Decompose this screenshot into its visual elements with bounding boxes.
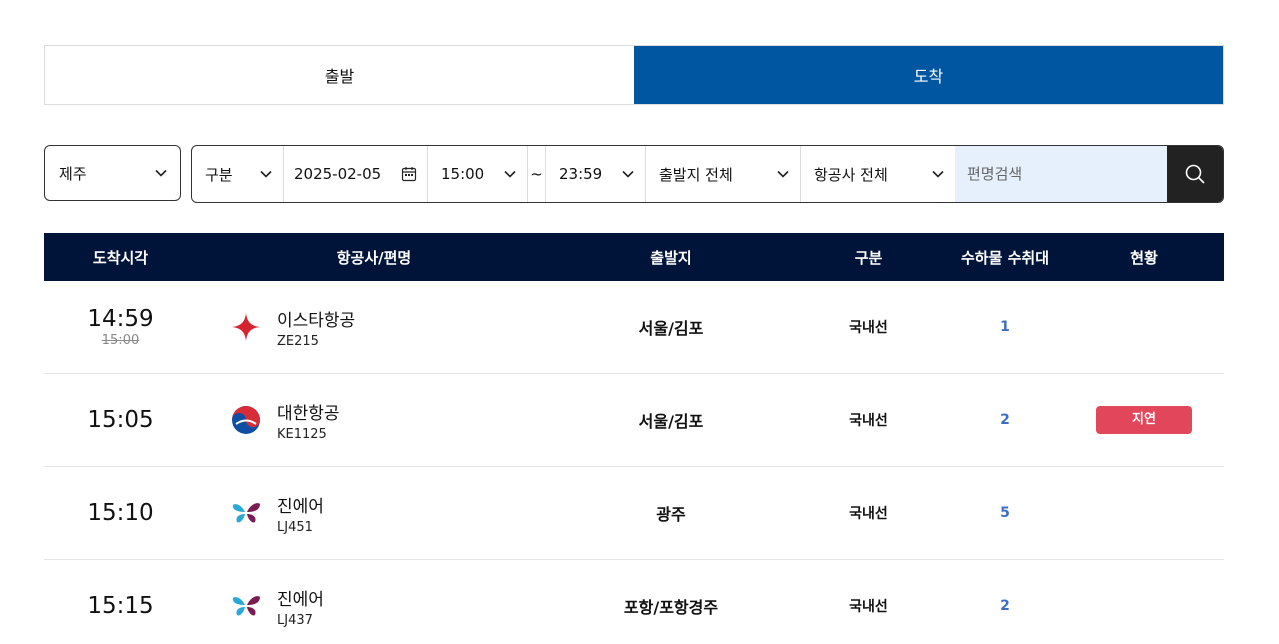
origin-cell: 광주 [656, 505, 686, 524]
time-from-value: 15:00 [441, 165, 485, 183]
baggage-belt-cell: 5 [1000, 505, 1010, 521]
header-airline-flight: 항공사/편명 [336, 248, 412, 267]
type-cell: 국내선 [849, 413, 888, 429]
arrival-time-cell: 15:05 [44, 407, 197, 433]
date-picker[interactable]: 2025-02-05 [284, 146, 428, 202]
airline-cell: 이스타항공 ZE215 [197, 306, 551, 349]
arrival-time: 15:15 [87, 593, 154, 619]
type-cell: 국내선 [849, 599, 888, 615]
flight-number: LJ437 [277, 612, 313, 628]
airport-select-value: 제주 [59, 164, 87, 183]
eastar-star-icon [231, 312, 261, 342]
table-header: 도착시각 항공사/편명 출발지 구분 수하물 수취대 현황 [44, 233, 1224, 281]
arrival-time: 15:10 [87, 500, 154, 526]
filter-bar: 구분 2025-02-05 15:00 ~ 23:59 출발지 전체 항공사 전… [191, 145, 1224, 203]
chevron-down-icon [777, 170, 789, 178]
origin-cell: 포항/포항경주 [623, 598, 719, 617]
jinair-butterfly-icon [231, 498, 261, 528]
table-row: 15:05 대한항공 KE1125 서울/김포 국내선 2 지연 [44, 374, 1224, 467]
header-origin: 출발지 [650, 248, 692, 267]
arrival-time-cell: 15:10 [44, 500, 197, 526]
time-range-separator: ~ [528, 146, 546, 202]
jinair-butterfly-icon [231, 591, 261, 621]
airline-name: 진에어 [277, 589, 324, 610]
time-to-select[interactable]: 23:59 [546, 146, 646, 202]
tab-arrival[interactable]: 도착 [634, 46, 1223, 104]
header-arrival-time: 도착시각 [92, 248, 149, 267]
chevron-down-icon [155, 169, 167, 177]
direction-tabs: 출발 도착 [44, 45, 1224, 105]
baggage-belt-cell: 2 [1000, 598, 1010, 614]
origin-cell: 서울/김포 [638, 412, 704, 431]
flight-number: ZE215 [277, 333, 319, 349]
airport-select[interactable]: 제주 [44, 145, 181, 201]
airline-cell: 진에어 LJ451 [197, 492, 551, 535]
type-select[interactable]: 구분 [192, 146, 284, 202]
search-button[interactable] [1167, 146, 1223, 202]
arrival-time-cell: 15:15 [44, 593, 197, 619]
airline-name: 진에어 [277, 496, 324, 517]
korean-air-taegeuk-icon [231, 405, 261, 435]
header-type: 구분 [854, 248, 883, 267]
type-cell: 국내선 [849, 506, 888, 522]
scheduled-time: 15:00 [101, 333, 140, 348]
search-icon [1185, 164, 1205, 184]
chevron-down-icon [622, 170, 634, 178]
status-badge: 지연 [1096, 406, 1192, 434]
chevron-down-icon [260, 170, 272, 178]
table-row: 15:10 진에어 LJ451 광주 국내선 5 [44, 467, 1224, 560]
calendar-icon [401, 167, 417, 182]
arrivals-table: 도착시각 항공사/편명 출발지 구분 수하물 수취대 현황 14:59 15:0… [44, 233, 1224, 644]
arrival-time: 14:59 [87, 306, 154, 332]
time-to-value: 23:59 [559, 165, 603, 183]
airline-select[interactable]: 항공사 전체 [801, 146, 955, 202]
chevron-down-icon [504, 170, 516, 178]
date-value: 2025-02-05 [294, 165, 382, 183]
baggage-belt-cell: 1 [1000, 319, 1010, 335]
flight-number: KE1125 [277, 426, 327, 442]
baggage-belt-cell: 2 [1000, 412, 1010, 428]
airline-name: 대한항공 [277, 403, 340, 424]
airline-name: 이스타항공 [277, 310, 356, 331]
origin-select-value: 출발지 전체 [659, 165, 733, 184]
flight-search-field [955, 146, 1167, 202]
flight-number: LJ451 [277, 519, 313, 535]
header-status: 현황 [1130, 248, 1158, 267]
arrival-time-cell: 14:59 15:00 [44, 306, 197, 348]
airline-cell: 대한항공 KE1125 [197, 399, 551, 442]
flight-search-input[interactable] [967, 165, 1155, 183]
chevron-down-icon [932, 170, 944, 178]
tab-departure[interactable]: 출발 [45, 46, 634, 104]
origin-select[interactable]: 출발지 전체 [646, 146, 801, 202]
type-cell: 국내선 [849, 320, 888, 336]
filter-area: 제주 구분 2025-02-05 15:00 ~ 23:59 출발지 전체 항공… [44, 145, 1224, 203]
airline-cell: 진에어 LJ437 [197, 585, 551, 628]
tilde-text: ~ [530, 165, 543, 183]
origin-cell: 서울/김포 [638, 319, 704, 338]
header-baggage-belt: 수하물 수취대 [960, 248, 1050, 267]
arrival-time: 15:05 [87, 407, 154, 433]
status-cell: 지연 [1064, 406, 1224, 434]
table-row: 15:15 진에어 LJ437 포항/포항경주 국내선 2 [44, 560, 1224, 644]
table-row: 14:59 15:00 이스타항공 ZE215 서울/김포 국내선 1 [44, 281, 1224, 374]
airline-select-value: 항공사 전체 [814, 165, 888, 184]
type-select-value: 구분 [205, 165, 233, 184]
time-from-select[interactable]: 15:00 [428, 146, 528, 202]
